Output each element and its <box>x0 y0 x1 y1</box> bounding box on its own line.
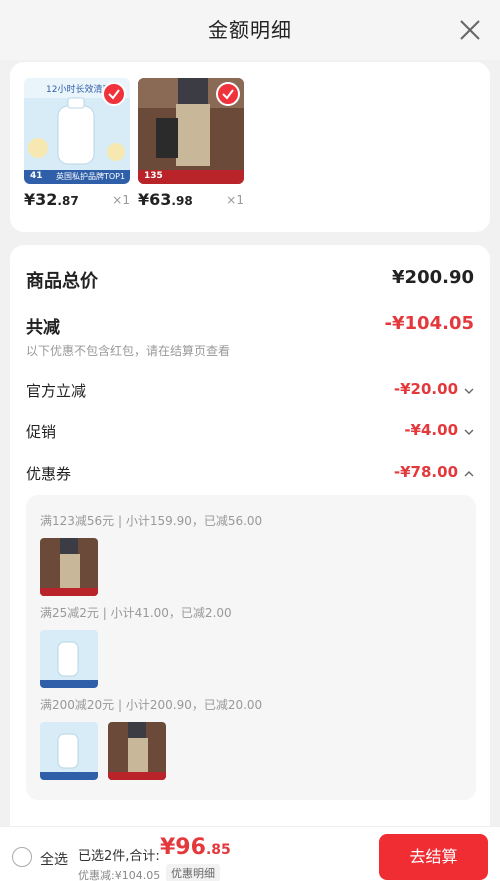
official-discount-row[interactable]: 官方立减 -¥20.00 <box>26 380 474 402</box>
product-thumbnail[interactable]: 12小时长效清爽 英国私护品牌TOP1 41 <box>24 78 130 184</box>
product-item[interactable]: 12小时长效清爽 英国私护品牌TOP1 41 ¥32.87 ×1 <box>24 78 130 214</box>
price-details-card: 商品总价 ¥200.90 共减 -¥104.05 以下优惠不包含红包，请在结算页… <box>10 245 490 881</box>
official-value: -¥20.00 <box>393 380 458 398</box>
checkout-bar: 全选 已选2件,合计: ¥96.85 优惠减:¥104.05 优惠明细 去结算 <box>0 826 500 881</box>
selection-summary: 已选2件,合计: <box>78 849 160 864</box>
page-title: 金额明细 <box>208 18 292 42</box>
product-price: ¥63.98 <box>138 190 193 209</box>
product-chip: 41 <box>30 171 43 181</box>
reduce-label: 共减 <box>26 318 60 338</box>
coupon-value: -¥78.00 <box>393 463 458 481</box>
official-label: 官方立减 <box>26 382 87 400</box>
reduce-row: 共减 -¥104.05 <box>26 313 474 339</box>
select-all-radio[interactable] <box>12 847 32 867</box>
coupon-row[interactable]: 优惠券 -¥78.00 <box>26 463 474 485</box>
coupon-product-thumbnail <box>40 722 98 780</box>
coupon-product-thumbnail <box>40 538 98 596</box>
product-thumbnail[interactable]: 135 <box>138 78 244 184</box>
chevron-up-icon[interactable] <box>464 470 474 478</box>
coupon-rule: 满25减2元 | 小计41.00，已减2.00 <box>40 606 232 620</box>
coupon-rule: 满200减20元 | 小计200.90，已减20.00 <box>40 698 263 712</box>
coupon-product-thumbnail <box>40 630 98 688</box>
close-icon[interactable] <box>458 18 482 42</box>
reduce-value: -¥104.05 <box>384 313 474 334</box>
product-quantity: ×1 <box>226 193 244 207</box>
product-tag: 英国私护品牌TOP1 <box>56 172 126 181</box>
total-label: 商品总价 <box>26 271 98 292</box>
product-card: 12小时长效清爽 英国私护品牌TOP1 41 ¥32.87 ×1 135 ¥63… <box>10 62 490 232</box>
coupon-rule: 满123减56元 | 小计159.90，已减56.00 <box>40 514 263 528</box>
grand-total: ¥96.85 <box>160 835 231 860</box>
checkout-button[interactable]: 去结算 <box>379 834 488 880</box>
reduce-note: 以下优惠不包含红包，请在结算页查看 <box>26 344 231 358</box>
coupon-detail-box: 满123减56元 | 小计159.90，已减56.00 满25减2元 | 小计4… <box>26 495 476 800</box>
coupon-label: 优惠券 <box>26 465 72 483</box>
promo-label: 促销 <box>26 423 57 441</box>
selected-check-icon[interactable] <box>102 82 126 106</box>
product-chip: 135 <box>144 171 163 181</box>
total-row: 商品总价 ¥200.90 <box>26 267 474 293</box>
coupon-product-thumbnail <box>108 722 166 780</box>
promo-row[interactable]: 促销 -¥4.00 <box>26 421 474 443</box>
product-price: ¥32.87 <box>24 190 79 209</box>
selected-check-icon[interactable] <box>216 82 240 106</box>
chevron-down-icon[interactable] <box>464 428 474 436</box>
promo-value: -¥4.00 <box>404 421 458 439</box>
discount-detail-button[interactable]: 优惠明细 <box>166 864 220 881</box>
total-value: ¥200.90 <box>392 267 474 288</box>
product-quantity: ×1 <box>112 193 130 207</box>
discount-summary: 优惠减:¥104.05 <box>78 869 161 881</box>
select-all-label[interactable]: 全选 <box>40 849 68 869</box>
header: 金额明细 <box>0 0 500 60</box>
product-item[interactable]: 135 ¥63.98 ×1 <box>138 78 244 214</box>
chevron-down-icon[interactable] <box>464 387 474 395</box>
